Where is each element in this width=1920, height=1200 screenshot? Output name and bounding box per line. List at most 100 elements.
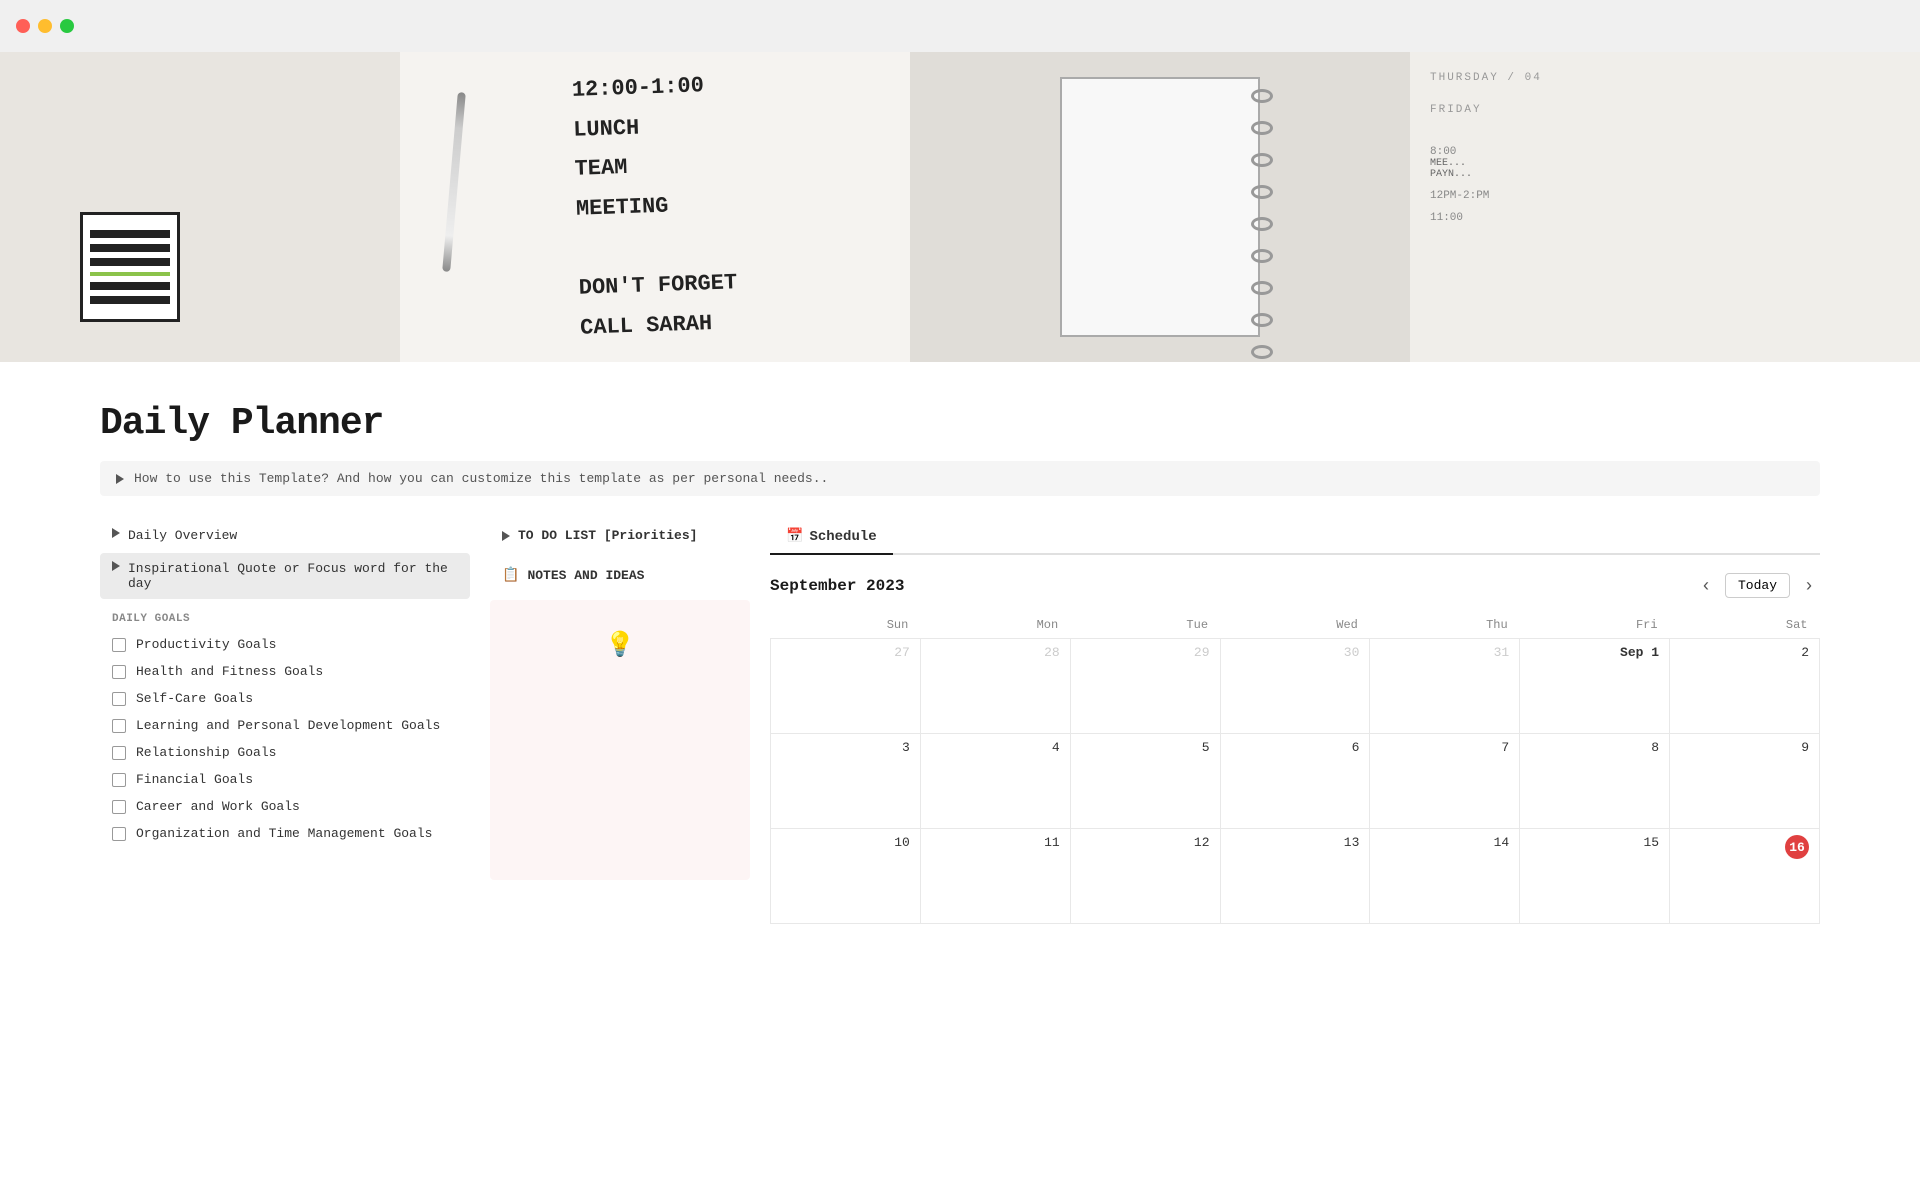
goal-health[interactable]: Health and Fitness Goals <box>100 658 470 685</box>
calendar-week-1: 27 28 29 30 31 Sep 1 2 <box>771 639 1820 734</box>
hint-triangle-icon <box>116 474 124 484</box>
day-header-wed: Wed <box>1220 612 1370 639</box>
chevron-icon <box>112 561 120 571</box>
hero-image: 12:00-1:00 LUNCH TEAM MEETING DON'T FORG… <box>0 52 1920 362</box>
checkbox-financial[interactable] <box>112 773 126 787</box>
checkbox-health[interactable] <box>112 665 126 679</box>
calendar-week-3: 10 11 12 13 14 15 16 <box>771 829 1820 924</box>
columns-container: Daily Overview Inspirational Quote or Fo… <box>100 520 1820 924</box>
daily-overview-label: Daily Overview <box>128 528 237 543</box>
book-icon: 📋 <box>502 567 519 584</box>
lightbulb-icon: 💡 <box>605 630 635 660</box>
goal-organization-label: Organization and Time Management Goals <box>136 826 432 841</box>
checkbox-relationship[interactable] <box>112 746 126 760</box>
notebook-decoration <box>80 212 210 342</box>
hero-center-section: 12:00-1:00 LUNCH TEAM MEETING DON'T FORG… <box>400 52 910 362</box>
spiral-notebook <box>1060 77 1260 337</box>
table-row[interactable]: 8 <box>1520 734 1670 829</box>
day-header-mon: Mon <box>920 612 1070 639</box>
notes-section[interactable]: 📋 NOTES AND IDEAS <box>490 559 750 592</box>
next-month-button[interactable]: › <box>1798 571 1820 600</box>
hero-left-section <box>0 52 400 362</box>
todo-label: TO DO LIST [Priorities] <box>518 528 697 543</box>
table-row[interactable]: 9 <box>1670 734 1820 829</box>
schedule-tab[interactable]: 📅 Schedule <box>770 520 893 555</box>
hero-far-right-section: THURSDAY / 04 FRIDAY 8:00 MEE...PAYN... … <box>1410 52 1920 362</box>
goal-health-label: Health and Fitness Goals <box>136 664 323 679</box>
checkbox-career[interactable] <box>112 800 126 814</box>
hint-text: How to use this Template? And how you ca… <box>134 471 828 486</box>
goal-financial[interactable]: Financial Goals <box>100 766 470 793</box>
calendar-week-2: 3 4 5 6 7 8 9 <box>771 734 1820 829</box>
daily-overview-item[interactable]: Daily Overview <box>100 520 470 551</box>
notes-area[interactable]: 💡 <box>490 600 750 880</box>
todo-chevron-icon <box>502 531 510 541</box>
spiral-rings <box>1251 79 1273 362</box>
table-row[interactable]: 10 <box>771 829 921 924</box>
schedule-tabs: 📅 Schedule <box>770 520 1820 555</box>
right-column: 📅 Schedule September 2023 ‹ Today › Sun <box>770 520 1820 924</box>
table-row[interactable]: 12 <box>1070 829 1220 924</box>
table-row[interactable]: 29 <box>1070 639 1220 734</box>
today-button[interactable]: Today <box>1725 573 1790 598</box>
today-badge: 16 <box>1785 835 1809 859</box>
inspirational-quote-item[interactable]: Inspirational Quote or Focus word for th… <box>100 553 470 599</box>
goal-learning-label: Learning and Personal Development Goals <box>136 718 440 733</box>
table-row[interactable]: 15 <box>1520 829 1670 924</box>
table-row[interactable]: 16 <box>1670 829 1820 924</box>
goal-productivity[interactable]: Productivity Goals <box>100 631 470 658</box>
day-header-tue: Tue <box>1070 612 1220 639</box>
calendar-header: September 2023 ‹ Today › <box>770 571 1820 600</box>
day-header-thu: Thu <box>1370 612 1520 639</box>
maximize-button[interactable] <box>60 19 74 33</box>
goal-selfcare-label: Self-Care Goals <box>136 691 253 706</box>
todo-section[interactable]: TO DO LIST [Priorities] <box>490 520 750 551</box>
goal-relationship[interactable]: Relationship Goals <box>100 739 470 766</box>
table-row[interactable]: Sep 1 <box>1520 639 1670 734</box>
titlebar <box>0 0 1920 52</box>
hero-right-section <box>910 52 1410 362</box>
table-row[interactable]: 27 <box>771 639 921 734</box>
table-row[interactable]: 31 <box>1370 639 1520 734</box>
table-row[interactable]: 13 <box>1220 829 1370 924</box>
calendar-preview-text: THURSDAY / 04 FRIDAY 8:00 MEE...PAYN... … <box>1410 52 1920 244</box>
goal-career[interactable]: Career and Work Goals <box>100 793 470 820</box>
hint-bar[interactable]: How to use this Template? And how you ca… <box>100 461 1820 496</box>
day-header-sat: Sat <box>1670 612 1820 639</box>
minimize-button[interactable] <box>38 19 52 33</box>
table-row[interactable]: 14 <box>1370 829 1520 924</box>
calendar-icon: 📅 <box>786 528 803 545</box>
table-row[interactable]: 4 <box>920 734 1070 829</box>
left-column: Daily Overview Inspirational Quote or Fo… <box>100 520 470 847</box>
goal-productivity-label: Productivity Goals <box>136 637 276 652</box>
chevron-icon <box>112 528 120 538</box>
day-header-sun: Sun <box>771 612 921 639</box>
calendar-month: September 2023 <box>770 577 904 595</box>
table-row[interactable]: 2 <box>1670 639 1820 734</box>
calendar-header-row: Sun Mon Tue Wed Thu Fri Sat <box>771 612 1820 639</box>
table-row[interactable]: 5 <box>1070 734 1220 829</box>
table-row[interactable]: 3 <box>771 734 921 829</box>
pen-decoration <box>442 92 466 272</box>
calendar-grid: Sun Mon Tue Wed Thu Fri Sat 27 28 29 <box>770 612 1820 924</box>
table-row[interactable]: 6 <box>1220 734 1370 829</box>
goal-selfcare[interactable]: Self-Care Goals <box>100 685 470 712</box>
goal-learning[interactable]: Learning and Personal Development Goals <box>100 712 470 739</box>
table-row[interactable]: 7 <box>1370 734 1520 829</box>
calendar-navigation: ‹ Today › <box>1695 571 1820 600</box>
table-row[interactable]: 11 <box>920 829 1070 924</box>
close-button[interactable] <box>16 19 30 33</box>
checkbox-selfcare[interactable] <box>112 692 126 706</box>
daily-goals-label: DAILY GOALS <box>100 601 470 631</box>
inspirational-quote-label: Inspirational Quote or Focus word for th… <box>128 561 458 591</box>
checkbox-learning[interactable] <box>112 719 126 733</box>
page-title: Daily Planner <box>100 402 1820 445</box>
table-row[interactable]: 28 <box>920 639 1070 734</box>
hero-notes-text: 12:00-1:00 LUNCH TEAM MEETING DON'T FORG… <box>571 66 739 349</box>
goal-organization[interactable]: Organization and Time Management Goals <box>100 820 470 847</box>
goal-career-label: Career and Work Goals <box>136 799 300 814</box>
table-row[interactable]: 30 <box>1220 639 1370 734</box>
checkbox-productivity[interactable] <box>112 638 126 652</box>
checkbox-organization[interactable] <box>112 827 126 841</box>
prev-month-button[interactable]: ‹ <box>1695 571 1717 600</box>
